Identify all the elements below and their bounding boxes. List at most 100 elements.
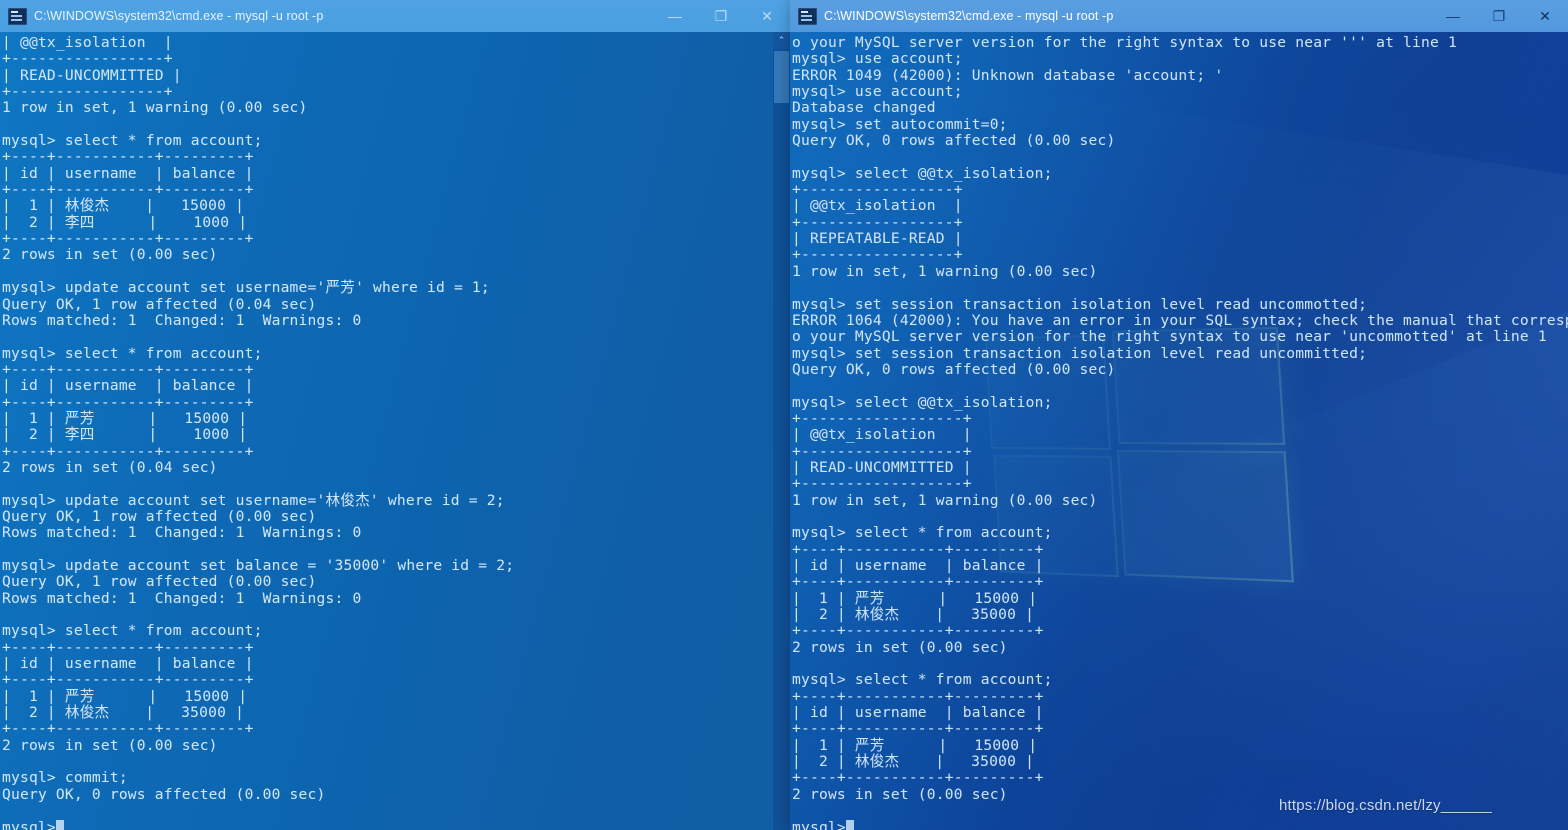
scrollbar-thumb-left[interactable] [774, 51, 789, 103]
console-line: | 2 | 林俊杰 | 35000 | [2, 704, 245, 722]
console-line: | @@tx_isolation | [2, 34, 173, 51]
console-line: +----+-----------+---------+ [792, 769, 1044, 787]
cmd-icon [798, 7, 817, 25]
console-line: mysql> commit; [2, 769, 128, 787]
console-line: +------------------+ [792, 409, 972, 427]
console-caret [55, 819, 64, 830]
console-line: mysql> set autocommit=0; [792, 115, 1008, 133]
console-line: | 2 | 李四 | 1000 | [2, 213, 248, 231]
console-line: Rows matched: 1 Changed: 1 Warnings: 0 [2, 589, 362, 607]
console-line: 1 row in set, 1 warning (0.00 sec) [792, 491, 1098, 509]
console-line: +-----------------+ [2, 50, 173, 68]
titlebar-left[interactable]: C:\WINDOWS\system32\cmd.exe - mysql -u r… [0, 0, 790, 32]
console-line: +----+-----------+---------+ [2, 181, 254, 199]
close-button-right[interactable]: ✕ [1522, 0, 1568, 32]
console-line: +----+-----------+---------+ [792, 540, 1044, 558]
console-output-left: | @@tx_isolation | +-----------------+ | R… [0, 32, 514, 830]
console-line: +----+-----------+---------+ [792, 687, 1044, 705]
console-line: ERROR 1049 (42000): Unknown database 'ac… [792, 66, 1224, 84]
console-line: Query OK, 0 rows affected (0.00 sec) [2, 785, 326, 803]
console-line: | REPEATABLE-READ | [792, 230, 963, 248]
console-line: mysql> set session transaction isolation… [792, 295, 1368, 313]
titlebar-right[interactable]: C:\WINDOWS\system32\cmd.exe - mysql -u r… [790, 0, 1568, 32]
console-line: | @@tx_isolation | [792, 197, 963, 215]
close-button-left[interactable]: ✕ [744, 0, 790, 32]
console-line: mysql> update account set username='严芳' … [2, 279, 490, 297]
console-line: mysql> select * from account; [792, 671, 1053, 689]
console-line: 2 rows in set (0.00 sec) [2, 736, 218, 754]
window-title-left: C:\WINDOWS\system32\cmd.exe - mysql -u r… [34, 9, 324, 23]
console-line: | id | username | balance | [2, 377, 254, 395]
console-line: mysql> select * from account; [2, 622, 263, 640]
console-line: mysql> update account set balance = '350… [2, 557, 515, 574]
console-line: 2 rows in set (0.00 sec) [2, 246, 218, 264]
console-line: Query OK, 1 row affected (0.00 sec) [2, 573, 317, 591]
console-line: +------------------+ [792, 475, 972, 493]
console-line: mysql> select * from account; [2, 132, 263, 150]
console-line: 2 rows in set (0.00 sec) [792, 638, 1008, 656]
console-line: | 2 | 林俊杰 | 35000 | [792, 753, 1035, 771]
console-line: mysql> [792, 819, 1568, 830]
console-line: | READ-UNCOMMITTED | [2, 66, 182, 84]
scroll-up-arrow-icon[interactable]: ⌃ [773, 32, 790, 49]
console-line: | 1 | 严芳 | 15000 | [2, 409, 248, 427]
console-window-right[interactable]: C:\WINDOWS\system32\cmd.exe - mysql -u r… [790, 0, 1568, 830]
console-line: Query OK, 0 rows affected (0.00 sec) [792, 132, 1116, 150]
console-line: | id | username | balance | [2, 655, 254, 673]
blog-watermark: https://blog.csdn.net/lzy______ [1278, 797, 1492, 814]
console-line: +----+-----------+---------+ [792, 622, 1044, 640]
console-line: +----+-----------+---------+ [2, 360, 254, 378]
console-line: | id | username | balance | [2, 164, 254, 182]
window-title-right: C:\WINDOWS\system32\cmd.exe - mysql -u r… [824, 9, 1114, 23]
console-scrollbar-left[interactable]: ⌃ [773, 32, 790, 830]
console-line: mysql> select @@tx_isolation; [792, 164, 1053, 182]
console-line: | 1 | 林俊杰 | 15000 | [2, 197, 245, 215]
desktop-screen: C:\WINDOWS\system32\cmd.exe - mysql -u r… [0, 0, 1568, 830]
console-line: o your MySQL server version for the righ… [792, 34, 1457, 51]
console-line: +----+-----------+---------+ [2, 638, 254, 656]
console-window-left[interactable]: C:\WINDOWS\system32\cmd.exe - mysql -u r… [0, 0, 790, 830]
window-controls-left: — ❐ ✕ [652, 0, 790, 32]
console-line: Query OK, 0 rows affected (0.00 sec) [792, 360, 1116, 378]
console-line: +----+-----------+---------+ [792, 573, 1044, 591]
console-line: +-----------------+ [792, 246, 963, 264]
console-line: | 1 | 严芳 | 15000 | [2, 687, 248, 705]
console-line: mysql> use account; [792, 50, 963, 68]
console-output-right: o your MySQL server version for the righ… [790, 32, 1568, 830]
console-line: 1 row in set, 1 warning (0.00 sec) [792, 262, 1098, 280]
console-line: | @@tx_isolation | [792, 426, 972, 444]
cmd-icon [8, 7, 27, 25]
minimize-button-left[interactable]: — [652, 0, 698, 32]
console-line: | READ-UNCOMMITTED | [792, 458, 972, 476]
console-line: mysql> select * from account; [2, 344, 263, 362]
console-line: o your MySQL server version for the righ… [792, 328, 1547, 346]
console-line: Query OK, 1 row affected (0.04 sec) [2, 295, 317, 313]
console-line: Database changed [792, 99, 936, 117]
console-line: mysql> select @@tx_isolation; [792, 393, 1053, 411]
window-controls-right: — ❐ ✕ [1430, 0, 1568, 32]
console-line: +----+-----------+---------+ [2, 393, 254, 411]
console-line: +----+-----------+---------+ [2, 720, 254, 738]
console-line: ERROR 1064 (42000): You have an error in… [792, 311, 1568, 329]
maximize-button-left[interactable]: ❐ [698, 0, 744, 32]
console-line: +-----------------+ [2, 83, 173, 101]
console-line: 2 rows in set (0.04 sec) [2, 458, 218, 476]
console-line: +----+-----------+---------+ [2, 442, 254, 460]
console-body-left: | @@tx_isolation | +-----------------+ | R… [0, 32, 790, 830]
minimize-button-right[interactable]: — [1430, 0, 1476, 32]
console-line: mysql> update account set username='林俊杰'… [2, 491, 505, 509]
console-line: | id | username | balance | [792, 557, 1044, 574]
console-caret [845, 819, 854, 830]
maximize-button-right[interactable]: ❐ [1476, 0, 1522, 32]
